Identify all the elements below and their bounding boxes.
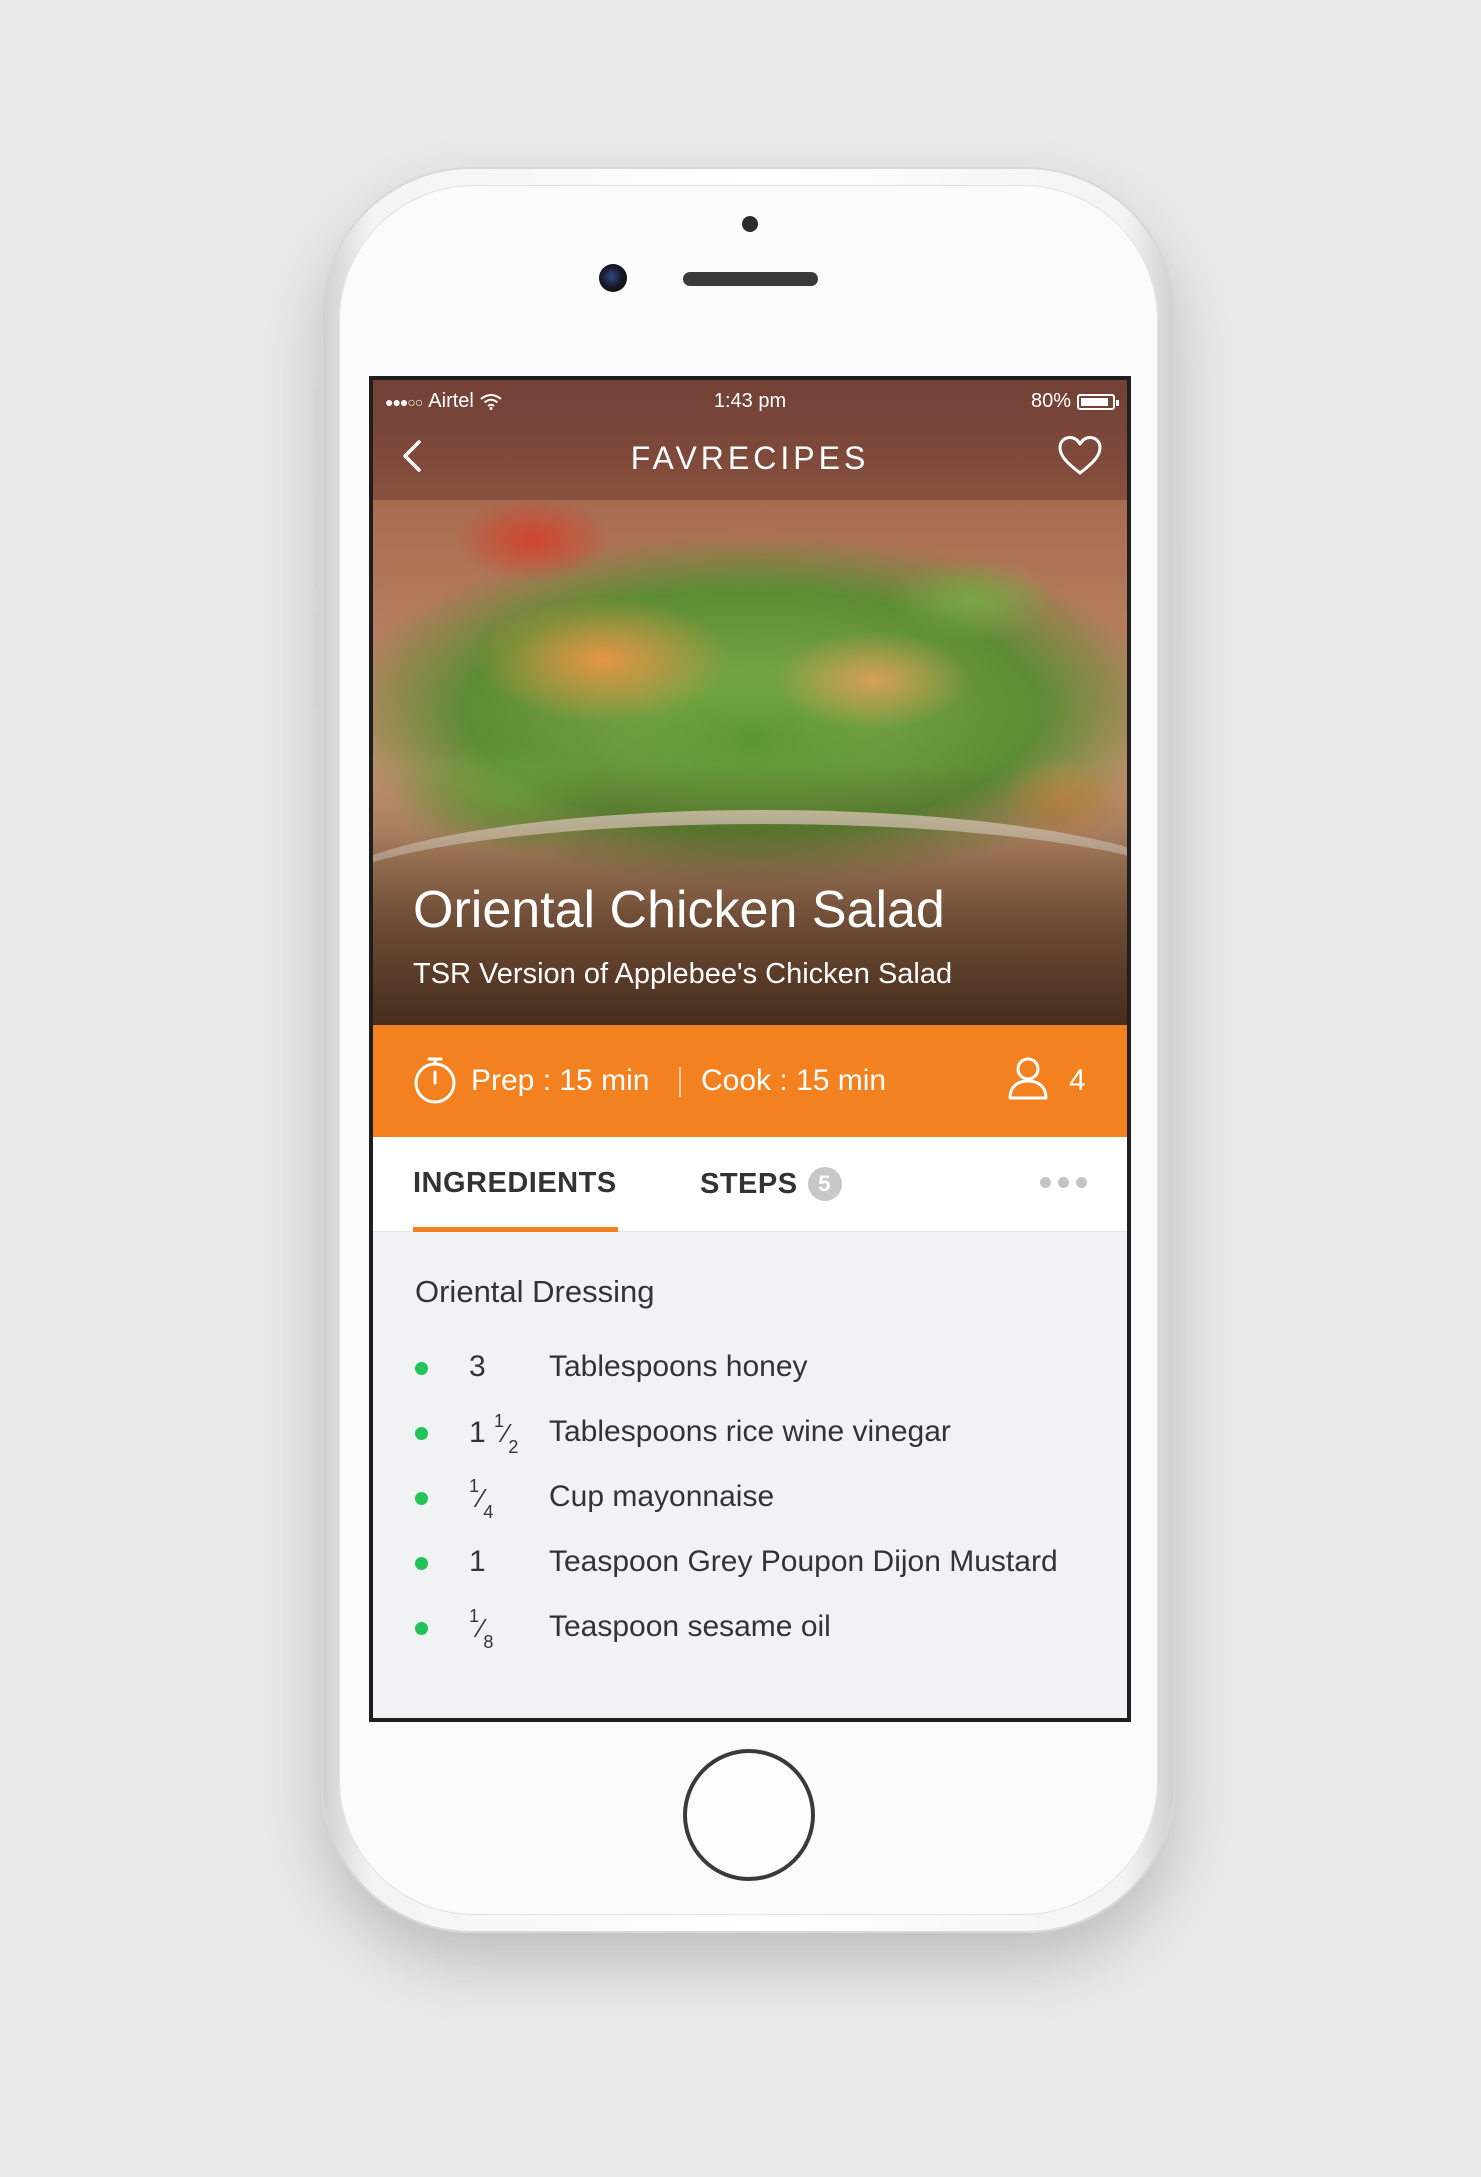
more-options-icon[interactable] (1040, 1177, 1087, 1188)
recipe-subtitle: TSR Version of Applebee's Chicken Salad (413, 958, 953, 990)
app-display: ●●●○○ Airtel 1:43 pm 80% FAVRECIPES Orie… (373, 380, 1127, 1718)
ingredient-quantity: 1 (469, 1545, 486, 1578)
ingredient-name: Cup mayonnaise (549, 1480, 775, 1513)
ingredient-name: Tablespoons rice wine vinegar (549, 1415, 951, 1448)
ingredient-name: Teaspoon sesame oil (549, 1610, 831, 1643)
ingredient-quantity: 1 1⁄2 (469, 1411, 519, 1457)
recipe-header: Oriental Chicken Salad TSR Version of Ap… (413, 880, 952, 991)
nav-bar: FAVRECIPES (373, 422, 1127, 492)
ingredient-item: 1 Teaspoon Grey Poupon Dijon Mustard (373, 1539, 1127, 1604)
earpiece-speaker (683, 272, 818, 286)
bullet-dot (415, 1622, 428, 1635)
ingredient-name: Teaspoon Grey Poupon Dijon Mustard (549, 1545, 1058, 1578)
volume-down-button (314, 612, 320, 708)
bullet-dot (415, 1427, 428, 1440)
prep-time: Prep : 15 min (471, 1064, 650, 1097)
front-camera (599, 264, 627, 292)
ingredient-item: 1 1⁄2 Tablespoons rice wine vinegar (373, 1409, 1127, 1474)
servings-count: 4 (1069, 1064, 1086, 1097)
battery-percent: 80% (1030, 390, 1071, 412)
volume-up-button (314, 494, 320, 590)
recipe-info-bar: Prep : 15 min Cook : 15 min 4 (373, 1025, 1127, 1137)
person-icon (1008, 1057, 1048, 1100)
tab-steps-label: STEPS (700, 1167, 798, 1200)
home-button[interactable] (683, 1749, 815, 1881)
screen: ●●●○○ Airtel 1:43 pm 80% FAVRECIPES Orie… (369, 376, 1131, 1722)
mute-switch (314, 387, 320, 441)
status-time: 1:43 pm (713, 390, 787, 412)
bullet-dot (415, 1557, 428, 1570)
proximity-sensor (742, 216, 758, 232)
ingredient-name: Tablespoons honey (549, 1350, 808, 1383)
tab-steps[interactable]: STEPS 5 (700, 1167, 842, 1201)
ingredient-quantity: 3 (469, 1350, 486, 1383)
bullet-dot (415, 1362, 428, 1375)
ingredients-panel: Oriental Dressing 3 Tablespoons honey 1 … (373, 1232, 1127, 1718)
ingredient-item: 3 Tablespoons honey (373, 1344, 1127, 1409)
ingredient-quantity: 1⁄4 (469, 1476, 494, 1522)
steps-count-badge: 5 (807, 1167, 842, 1201)
app-title: FAVRECIPES (630, 440, 870, 476)
stopwatch-icon (414, 1057, 456, 1104)
section-title: Oriental Dressing (415, 1274, 655, 1309)
battery-icon (1077, 393, 1119, 410)
heart-outline-icon[interactable] (1057, 434, 1103, 478)
status-bar: ●●●○○ Airtel 1:43 pm 80% (373, 380, 1127, 422)
bullet-dot (415, 1492, 428, 1505)
info-divider (679, 1067, 681, 1097)
power-button (1176, 545, 1182, 641)
ingredient-item: 1⁄8 Teaspoon sesame oil (373, 1604, 1127, 1669)
ingredient-list: 3 Tablespoons honey 1 1⁄2 Tablespoons ri… (373, 1344, 1127, 1669)
ingredient-item: 1⁄4 Cup mayonnaise (373, 1474, 1127, 1539)
ingredient-quantity: 1⁄8 (469, 1606, 494, 1652)
tab-bar: INGREDIENTS STEPS 5 (373, 1137, 1127, 1232)
recipe-title: Oriental Chicken Salad (413, 881, 945, 939)
cook-time: Cook : 15 min (701, 1064, 887, 1097)
tab-ingredients[interactable]: INGREDIENTS (413, 1167, 617, 1200)
